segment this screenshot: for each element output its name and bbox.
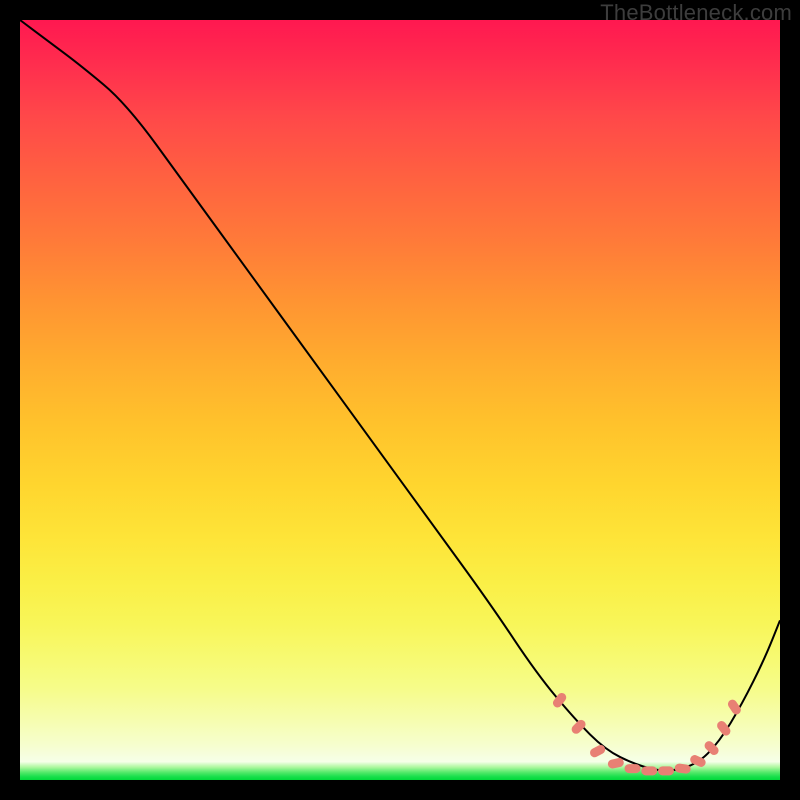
sweet-spot-markers	[551, 691, 742, 775]
marker-pill	[674, 763, 691, 774]
marker-pill	[715, 719, 732, 737]
marker-pill	[641, 766, 657, 775]
marker-pill	[570, 718, 588, 736]
bottleneck-curve	[20, 20, 780, 771]
marker-pill	[607, 757, 625, 769]
marker-pill	[658, 766, 674, 775]
chart-svg	[0, 0, 800, 800]
chart-root: TheBottleneck.com	[0, 0, 800, 800]
marker-pill	[625, 764, 641, 773]
